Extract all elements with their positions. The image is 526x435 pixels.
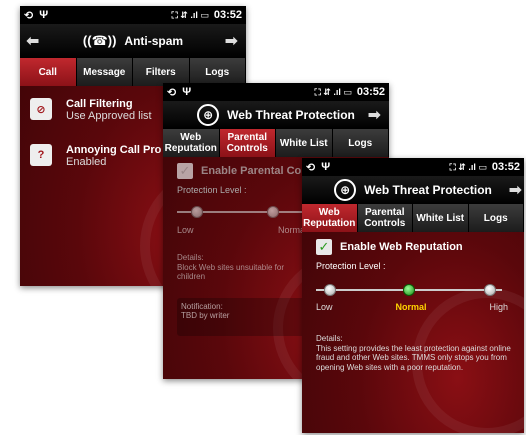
clock: 03:52 — [491, 161, 520, 173]
sync-icon: ⟲ — [167, 86, 177, 99]
tab-logs[interactable]: Logs — [189, 58, 246, 86]
row-title: Call Filtering — [66, 98, 133, 110]
level-low: Low — [316, 302, 333, 312]
slider-knob-normal — [403, 284, 415, 296]
status-bar: ⟲ Ψ ⛶ ⇵ .ıl ▭ 03:52 — [163, 83, 389, 101]
tab-bar: Call Message Filters Logs — [20, 58, 246, 86]
status-icons: ⛶ ⇵ .ıl ▭ — [314, 86, 352, 97]
status-bar: ⟲ Ψ ⛶ ⇵ .ıl ▭ 03:52 — [302, 158, 524, 176]
screenshot-stage: ⟲ Ψ ⛶ ⇵ .ıl ▭ 03:52 ⬅ ((☎)) Anti-spam ➡ … — [0, 0, 526, 435]
page-title: Anti-spam — [124, 34, 184, 48]
forward-arrow-icon[interactable]: ➡ — [509, 180, 522, 200]
tab-white-list[interactable]: White List — [413, 204, 469, 232]
slider-knob-normal — [267, 206, 279, 218]
forward-arrow-icon[interactable]: ➡ — [368, 105, 381, 125]
protection-slider[interactable] — [316, 281, 502, 299]
protection-label: Protection Level : — [316, 261, 386, 271]
level-normal: Normal — [395, 302, 427, 312]
tab-logs[interactable]: Logs — [468, 204, 524, 232]
block-call-icon: ⊘ — [30, 98, 52, 120]
sync-icon: ⟲ — [24, 9, 34, 22]
globe-icon: ⊕ — [197, 104, 220, 126]
page-title: Web Threat Protection — [364, 183, 492, 197]
clock: 03:52 — [213, 9, 242, 21]
sync-icon: ⟲ — [306, 161, 316, 174]
title-bar: ⊕ Web Threat Protection ➡ — [302, 176, 524, 204]
tab-white-list[interactable]: White List — [276, 129, 333, 157]
usb-icon: Ψ — [39, 8, 49, 21]
page-title: Web Threat Protection — [227, 108, 355, 122]
notification-box: Notification: TBD by writer — [177, 297, 307, 336]
question-call-icon: ? — [30, 144, 52, 166]
row-subtitle: Enabled — [66, 156, 107, 168]
level-labels: Low Normal — [177, 225, 307, 235]
usb-icon: Ψ — [321, 160, 331, 173]
tab-bar: Web Reputation Parental Controls White L… — [302, 204, 524, 232]
forward-arrow-icon[interactable]: ➡ — [225, 31, 238, 51]
tab-bar: Web Reputation Parental Controls White L… — [163, 129, 389, 157]
status-icons: ⛶ ⇵ .ıl ▭ — [449, 161, 487, 172]
phone-shield-icon: ((☎)) — [82, 33, 117, 48]
details-text: Details: Block Web sites unsuitable for … — [177, 253, 285, 282]
tab-logs[interactable]: Logs — [332, 129, 389, 157]
title-bar: ⬅ ((☎)) Anti-spam ➡ — [20, 24, 246, 58]
back-arrow-icon[interactable]: ⬅ — [26, 31, 39, 51]
enable-label: Enable Parental Con — [201, 165, 308, 177]
slider-knob-high — [484, 284, 496, 296]
tab-web-reputation[interactable]: Web Reputation — [163, 129, 220, 157]
tab-parental-controls[interactable]: Parental Controls — [357, 204, 413, 232]
tab-web-reputation[interactable]: Web Reputation — [302, 204, 358, 232]
status-icons: ⛶ ⇵ .ıl ▭ — [171, 9, 209, 20]
enable-checkbox[interactable]: ✓ — [316, 239, 332, 255]
tab-filters[interactable]: Filters — [133, 58, 190, 86]
enable-checkbox[interactable]: ✓ — [177, 163, 193, 179]
tab-parental-controls[interactable]: Parental Controls — [219, 129, 276, 157]
slider-knob-low — [324, 284, 336, 296]
web-reputation-screen: ⟲ Ψ ⛶ ⇵ .ıl ▭ 03:52 ⊕ Web Threat Protect… — [302, 158, 524, 433]
title-bar: ⊕ Web Threat Protection ➡ — [163, 101, 389, 129]
usb-icon: Ψ — [182, 85, 192, 98]
row-subtitle: Use Approved list — [66, 110, 152, 122]
tab-call[interactable]: Call — [20, 58, 77, 86]
slider-knob-low — [191, 206, 203, 218]
clock: 03:52 — [356, 86, 385, 98]
row-title: Annoying Call Pro — [66, 144, 162, 156]
globe-icon: ⊕ — [334, 179, 357, 201]
level-low: Low — [177, 225, 194, 235]
status-bar: ⟲ Ψ ⛶ ⇵ .ıl ▭ 03:52 — [20, 6, 246, 24]
enable-label: Enable Web Reputation — [340, 241, 463, 253]
tab-message[interactable]: Message — [76, 58, 133, 86]
